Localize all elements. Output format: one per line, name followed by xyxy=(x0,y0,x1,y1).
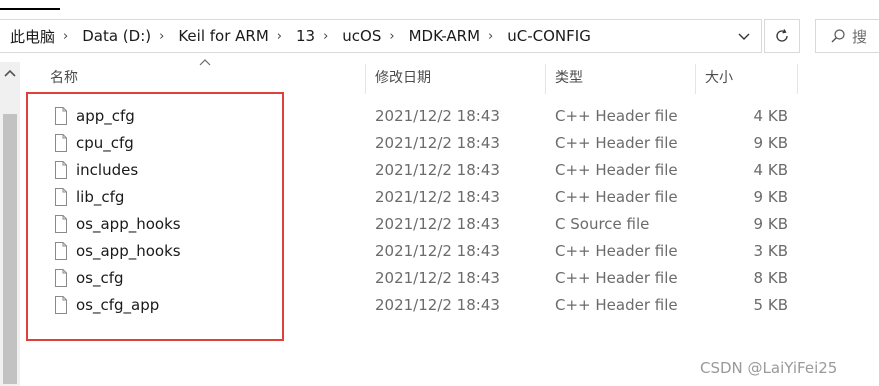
file-date: 2021/12/2 18:43 xyxy=(375,296,500,314)
chevron-right-icon[interactable]: › xyxy=(155,29,168,44)
file-type: C++ Header file xyxy=(555,296,678,314)
file-date: 2021/12/2 18:43 xyxy=(375,161,500,179)
breadcrumb-this-pc[interactable]: 此电脑 xyxy=(0,26,59,47)
column-divider[interactable] xyxy=(545,64,546,94)
file-type: C++ Header file xyxy=(555,242,678,260)
file-size: 4 KB xyxy=(753,107,788,125)
file-size: 9 KB xyxy=(753,134,788,152)
file-type: C Source file xyxy=(555,215,650,233)
top-strip xyxy=(0,0,879,13)
breadcrumb-mdk-arm[interactable]: MDK-ARM xyxy=(399,27,484,45)
file-size: 9 KB xyxy=(753,188,788,206)
file-type: C++ Header file xyxy=(555,161,678,179)
file-date: 2021/12/2 18:43 xyxy=(375,215,500,233)
breadcrumb-data-drive[interactable]: Data (D:) xyxy=(72,27,155,45)
search-placeholder: 搜 xyxy=(852,27,868,46)
column-header-date[interactable]: 修改日期 xyxy=(375,62,431,94)
file-size: 3 KB xyxy=(753,242,788,260)
chevron-right-icon[interactable]: › xyxy=(273,29,286,44)
file-date: 2021/12/2 18:43 xyxy=(375,107,500,125)
breadcrumb-13[interactable]: 13 xyxy=(286,27,319,45)
file-size: 5 KB xyxy=(753,296,788,314)
file-date: 2021/12/2 18:43 xyxy=(375,134,500,152)
chevron-down-icon[interactable] xyxy=(737,29,751,43)
file-type: C++ Header file xyxy=(555,269,678,287)
file-date: 2021/12/2 18:43 xyxy=(375,188,500,206)
breadcrumb-ucos[interactable]: ucOS xyxy=(332,27,385,45)
refresh-icon xyxy=(776,29,788,42)
column-divider[interactable] xyxy=(365,64,366,94)
file-size: 8 KB xyxy=(753,269,788,287)
file-type: C++ Header file xyxy=(555,134,678,152)
chevron-right-icon[interactable]: › xyxy=(385,29,398,44)
chevron-right-icon[interactable]: › xyxy=(319,29,332,44)
chevron-right-icon[interactable]: › xyxy=(59,29,72,44)
breadcrumb-uc-config[interactable]: uC-CONFIG xyxy=(497,27,595,45)
column-header-type[interactable]: 类型 xyxy=(555,62,583,94)
breadcrumb-keil[interactable]: Keil for ARM xyxy=(168,27,272,45)
column-header-bar: 名称 修改日期 类型 大小 xyxy=(20,62,879,94)
watermark: CSDN @LaiYiFei25 xyxy=(700,359,838,377)
file-date: 2021/12/2 18:43 xyxy=(375,242,500,260)
column-header-size[interactable]: 大小 xyxy=(705,62,733,94)
column-header-name[interactable]: 名称 xyxy=(50,62,78,94)
search-icon xyxy=(831,29,845,43)
refresh-button[interactable] xyxy=(764,19,800,53)
column-divider[interactable] xyxy=(797,64,798,94)
address-bar[interactable]: 此电脑 › Data (D:) › Keil for ARM › 13 › uc… xyxy=(0,19,762,53)
column-divider[interactable] xyxy=(695,64,696,94)
chevron-right-icon[interactable]: › xyxy=(484,29,497,44)
file-type: C++ Header file xyxy=(555,188,678,206)
search-box[interactable]: 搜 xyxy=(815,19,879,53)
highlight-box xyxy=(26,92,284,341)
file-size: 9 KB xyxy=(753,215,788,233)
scroll-up-icon[interactable] xyxy=(4,68,16,78)
file-date: 2021/12/2 18:43 xyxy=(375,269,500,287)
file-type: C++ Header file xyxy=(555,107,678,125)
file-size: 4 KB xyxy=(753,161,788,179)
